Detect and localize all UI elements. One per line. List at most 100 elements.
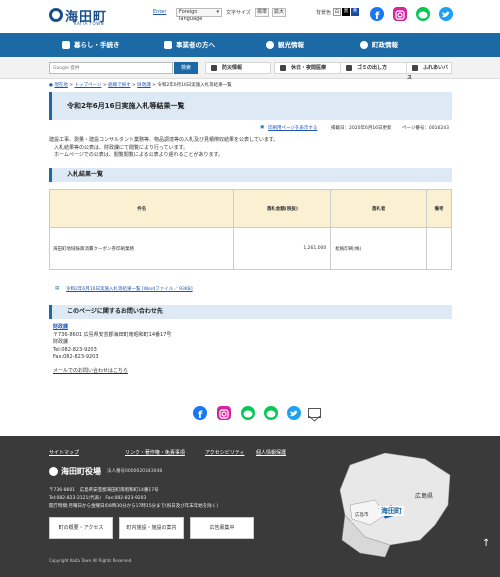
- bg-color-label: 背景色: [316, 10, 332, 16]
- breadcrumb-item-org[interactable]: 組織で探す: [108, 83, 131, 88]
- page-title: 令和2年6月16日実施入札等結果一覧: [67, 102, 185, 110]
- search-button[interactable]: 検索: [174, 62, 198, 74]
- breadcrumb-current: 令和2年6月16日実施入札等結果一覧: [157, 83, 232, 88]
- nav-item-label: 町政情報: [372, 41, 398, 49]
- cell-name: 海田町地域振興消費クーポン券印刷業務: [48, 227, 235, 270]
- svg-text:f: f: [375, 11, 380, 22]
- line-icon[interactable]: [264, 406, 278, 420]
- nav-item-tourism[interactable]: 観光情報: [266, 33, 304, 57]
- cell-note: [426, 227, 452, 270]
- line-icon[interactable]: [241, 406, 255, 420]
- facebook-icon[interactable]: f: [370, 7, 384, 22]
- english-link[interactable]: Enter: [153, 9, 166, 15]
- svg-text:f: f: [198, 410, 203, 421]
- col-header-note: 備考: [426, 189, 452, 228]
- font-large-button[interactable]: 拡大: [272, 8, 286, 17]
- footer-link-privacy[interactable]: 個人情報保護: [256, 449, 286, 456]
- intro-line: 入札結果等の公表は、財政課にて閲覧により行っています。: [54, 144, 189, 151]
- instagram-icon[interactable]: [393, 7, 407, 21]
- bus-icon: [412, 64, 418, 71]
- breadcrumb-item-top[interactable]: トップページ: [75, 83, 102, 88]
- map-label-city: 広島市: [355, 513, 369, 518]
- intro-text: 建設工事、測量・建設コンサルタント業務等、物品調達等の入札及び見積徴収結果を公表…: [49, 137, 452, 160]
- font-size-label: 文字サイズ: [226, 10, 251, 16]
- twitter-icon[interactable]: [439, 7, 453, 21]
- footer-corp-no: 法人番号0000020343048: [107, 469, 163, 474]
- facebook-icon[interactable]: f: [193, 406, 207, 421]
- footer-button-ads[interactable]: 広告募集中: [190, 517, 254, 539]
- footer-button-overview[interactable]: 町の概要・アクセス: [49, 517, 113, 539]
- table-row: 海田町地域振興消費クーポン券印刷業務 1,261,000 松植印刷(株): [48, 227, 452, 270]
- results-table: 件名 落札金額(税抜) 落札者 備考 海田町地域振興消費クーポン券印刷業務 1,…: [48, 189, 452, 270]
- nav-item-business[interactable]: 事業者の方へ: [164, 33, 215, 57]
- language-select-value: Foreign language: [179, 9, 203, 22]
- hiroshima-map: [339, 452, 451, 558]
- quick-link-label: 休日・夜間医療: [291, 65, 327, 71]
- intro-line: ホームページでの公表は、閲覧閲覧による公表より遅れることがあります。: [54, 152, 224, 158]
- breadcrumb: ● 現在地 > トップページ > 組織で探す > 財政課 > 令和2年6月16日…: [49, 83, 232, 88]
- language-select[interactable]: Foreign language ▾: [176, 8, 222, 22]
- instagram-icon[interactable]: [217, 406, 231, 420]
- contact-section: 財政課: [53, 339, 69, 345]
- nav-item-label: 事業者の方へ: [176, 41, 215, 49]
- town-logo-icon[interactable]: [49, 8, 63, 22]
- chevron-down-icon: ▾: [216, 9, 219, 15]
- binoculars-icon: [266, 41, 274, 49]
- footer-address: 〒736-8601 広島県安芸郡海田町南昭和町14番17号: [49, 488, 159, 493]
- trash-icon: [346, 64, 352, 71]
- intro-line: 建設工事、測量・建設コンサルタント業務等、物品調達等の入札及び見積徴収結果を公表…: [49, 137, 279, 143]
- twitter-icon[interactable]: [287, 406, 301, 420]
- contact-fax: Fax:082-823-9203: [53, 354, 99, 360]
- site-logo-sub: KAITA TOWN: [74, 21, 105, 26]
- col-header-amount: 落札金額(税抜): [233, 189, 332, 228]
- cell-winner: 松植印刷(株): [330, 227, 428, 270]
- contact-heading: このページに関するお問い合わせ先: [49, 305, 452, 319]
- font-normal-button[interactable]: 標準: [255, 8, 269, 17]
- quick-link-disaster[interactable]: 防災情報: [205, 62, 271, 74]
- mail-icon[interactable]: [308, 408, 321, 422]
- print-icon: ▣: [260, 125, 265, 130]
- footer-hours: 開庁時間:月曜日から金曜日の8時30分から17時15分まで(祝日及び年末年始を除…: [49, 504, 219, 509]
- footer-tel: Tel:082-823-2121(代表) Fax:082-823-9203: [49, 496, 147, 501]
- building-icon: [164, 41, 172, 49]
- attachment-link[interactable]: 令和2年6月16日実施入札等結果一覧 [Wordファイル／ 93KB]: [66, 286, 193, 292]
- page-top-arrow-icon[interactable]: ↑: [482, 538, 490, 558]
- nav-item-living[interactable]: 暮らし・手続き: [62, 33, 120, 57]
- quick-link-bus[interactable]: ふれあいバス: [406, 62, 452, 81]
- contact-mail-link[interactable]: メールでのお問い合わせはこちら: [53, 368, 128, 376]
- footer-link-copyright[interactable]: リンク・著作権・免責事項: [125, 449, 185, 456]
- page-id: ページ番号：0016243: [402, 126, 449, 131]
- contact-dept-link[interactable]: 財政課: [53, 324, 453, 332]
- warning-icon: [211, 64, 217, 71]
- copyright: Copyright Kaita Town All Rights Reserved…: [49, 558, 133, 563]
- hospital-icon: [280, 64, 286, 71]
- quick-link-garbage[interactable]: ゴミの出し方: [340, 62, 407, 74]
- nav-item-town-admin[interactable]: 町政情報: [360, 33, 398, 57]
- nav-item-label: 観光情報: [278, 41, 304, 49]
- footer-logo-icon: [49, 467, 58, 476]
- footer-link-sitemap[interactable]: サイトマップ: [49, 449, 79, 456]
- contact-address: 〒736-8601 広島県安芸郡海田町南昭和町14番17号: [53, 331, 172, 338]
- updated-date: 掲載日：2020年6月16日更新: [331, 126, 392, 131]
- cell-amount: 1,261,000: [233, 227, 332, 270]
- footer-logo-name: 海田町役場: [61, 467, 101, 476]
- breadcrumb-current-label[interactable]: 現在地: [54, 83, 68, 88]
- bg-black-button[interactable]: 黒: [342, 8, 350, 16]
- town-icon: [360, 41, 368, 49]
- footer-button-facilities[interactable]: 町内施設・施設の案内: [119, 517, 184, 539]
- table-header-row: 件名 落札金額(税抜) 落札者 備考: [48, 189, 452, 228]
- nav-item-label: 暮らし・手続き: [74, 41, 120, 49]
- contact-tel: Tel:082-823-9203: [53, 346, 97, 353]
- breadcrumb-item-finance[interactable]: 財政課: [137, 83, 151, 88]
- footer-link-accessibility[interactable]: アクセシビリティ: [205, 449, 244, 456]
- line-icon[interactable]: [416, 7, 430, 21]
- map-label-town: 海田町: [379, 506, 404, 516]
- results-heading: 入札結果一覧: [49, 168, 452, 182]
- quick-link-medical[interactable]: 休日・夜間医療: [274, 62, 341, 74]
- print-link[interactable]: 印刷用ページを表示する: [268, 125, 317, 131]
- search-input[interactable]: [49, 62, 173, 74]
- location-icon: ●: [49, 83, 53, 88]
- bg-white-button[interactable]: 白: [333, 8, 341, 16]
- bg-blue-button[interactable]: 青: [351, 8, 359, 16]
- people-icon: [62, 41, 70, 49]
